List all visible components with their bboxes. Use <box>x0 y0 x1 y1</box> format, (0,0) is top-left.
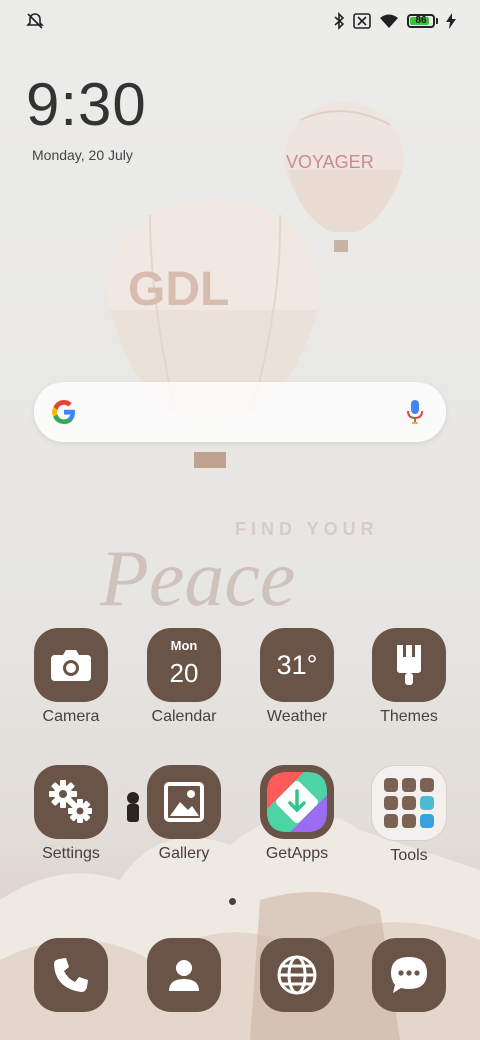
wallpaper-script: Peace <box>99 535 295 623</box>
app-label: Camera <box>42 708 100 725</box>
dock-phone[interactable] <box>16 938 126 1012</box>
sim-blocked-icon <box>353 13 371 29</box>
wifi-icon <box>380 14 398 28</box>
weather-temperature: 31° <box>276 649 318 680</box>
phone-icon <box>54 958 88 992</box>
app-label: GetApps <box>265 845 329 862</box>
google-search-bar[interactable] <box>34 382 446 442</box>
weather-icon: 31° <box>260 628 334 702</box>
app-label: Gallery <box>158 845 210 862</box>
dock-messages[interactable] <box>354 938 464 1012</box>
app-label: Calendar <box>151 708 217 725</box>
app-weather[interactable]: 31° Weather <box>242 628 352 726</box>
calendar-icon: Mon 20 <box>147 628 221 702</box>
app-calendar[interactable]: Mon 20 Calendar <box>129 628 239 726</box>
messages-icon <box>391 957 427 993</box>
calendar-day: 20 <box>169 658 199 688</box>
wallpaper-quote: FIND YOUR Peace <box>99 519 374 623</box>
contacts-icon <box>169 960 199 991</box>
charging-icon <box>446 13 456 29</box>
page-indicator[interactable] <box>229 898 236 905</box>
app-tools-folder[interactable]: Tools <box>354 765 464 865</box>
image-icon <box>164 782 204 822</box>
folder-icon <box>371 765 447 841</box>
status-bar: 86 <box>0 0 480 44</box>
app-getapps[interactable]: GetApps <box>242 765 352 863</box>
browser-icon <box>277 955 317 995</box>
dock-contacts[interactable] <box>129 938 239 1012</box>
app-label: Settings <box>42 845 100 862</box>
app-camera[interactable]: Camera <box>16 628 126 726</box>
microphone-icon[interactable] <box>406 398 424 426</box>
app-themes[interactable]: Themes <box>354 628 464 726</box>
balloon-right: VOYAGER <box>284 102 404 252</box>
clock-date[interactable]: Monday, 20 July <box>32 147 133 163</box>
bluetooth-icon <box>334 12 345 30</box>
clock-time[interactable]: 9:30 <box>26 70 147 140</box>
dock-browser[interactable] <box>242 938 352 1012</box>
app-settings[interactable]: Settings <box>16 765 126 863</box>
app-gallery[interactable]: Gallery <box>129 765 239 863</box>
gears-icon <box>49 780 92 823</box>
google-logo-icon <box>52 400 75 424</box>
balloon-right-text: VOYAGER <box>286 152 374 172</box>
balloon-left-text: GDL <box>128 263 229 316</box>
paintbrush-icon <box>397 645 421 685</box>
getapps-icon <box>267 772 327 832</box>
battery-icon: 86 <box>407 14 438 28</box>
app-label: Themes <box>380 708 438 725</box>
mute-icon <box>26 13 44 29</box>
calendar-month: Mon <box>170 638 198 653</box>
app-label: Tools <box>390 847 428 864</box>
battery-level: 86 <box>415 15 427 26</box>
app-label: Weather <box>266 708 328 725</box>
camera-icon <box>51 650 91 681</box>
